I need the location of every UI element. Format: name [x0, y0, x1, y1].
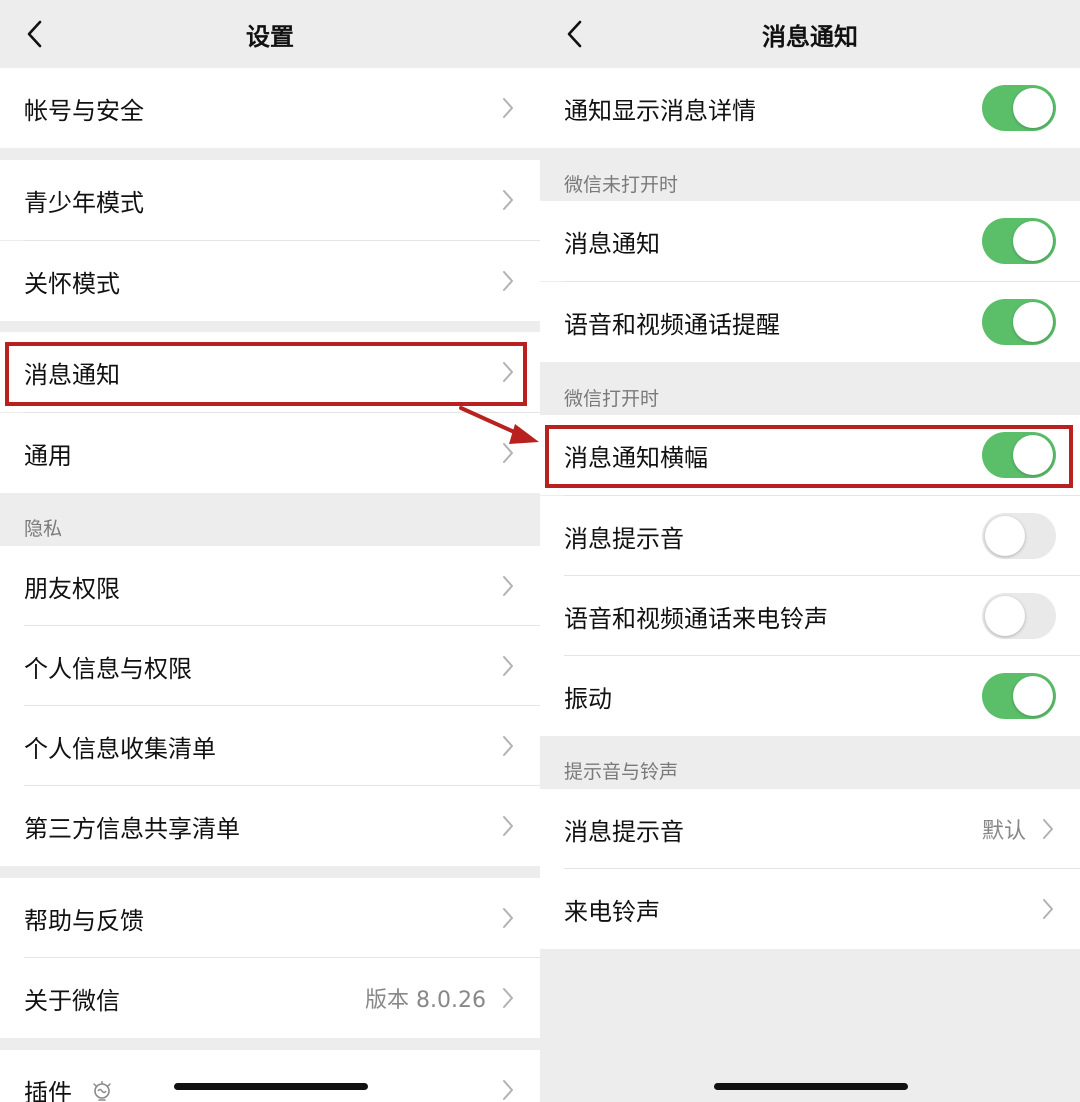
item-label: 青少年模式 — [24, 188, 144, 217]
notify-show-details-row: 通知显示消息详情 — [540, 68, 1080, 148]
chevron-right-icon — [500, 734, 516, 758]
settings-item-info-collection-list[interactable]: 个人信息收集清单 — [0, 706, 540, 786]
item-label: 消息提示音 — [564, 817, 684, 846]
chevron-right-icon — [500, 906, 516, 930]
highlight-box-notifications — [5, 342, 527, 406]
toggle-knob — [1013, 88, 1053, 128]
message-notification-toggle[interactable] — [982, 218, 1056, 264]
settings-screen: 设置 帐号与安全 青少年模式 关怀模式 消息通知 通用 隐私 朋友权限 个人信息… — [0, 0, 540, 1102]
settings-item-plugins[interactable]: 插件 — [0, 1050, 540, 1102]
red-arrow-icon — [459, 406, 539, 444]
lightbulb-icon — [92, 1080, 112, 1102]
item-label: 消息提示音 — [564, 524, 684, 553]
message-sound-select-row[interactable]: 消息提示音 默认 — [540, 789, 1080, 869]
item-label: 第三方信息共享清单 — [24, 814, 240, 843]
notify-sound-row: 消息提示音 — [540, 496, 1080, 576]
plugins-label: 插件 — [24, 1078, 72, 1102]
item-label: 语音和视频通话来电铃声 — [564, 604, 828, 633]
toggle-knob — [985, 516, 1025, 556]
section-label-sounds: 提示音与铃声 — [564, 761, 679, 783]
toggle-knob — [1013, 302, 1053, 342]
item-label: 语音和视频通话提醒 — [564, 310, 780, 339]
chevron-right-icon — [1040, 897, 1056, 921]
item-label: 通知显示消息详情 — [564, 96, 756, 125]
item-label: 个人信息与权限 — [24, 654, 192, 683]
home-indicator — [714, 1083, 908, 1090]
vibration-toggle[interactable] — [982, 673, 1056, 719]
toggle-knob — [985, 596, 1025, 636]
nav-bar: 消息通知 — [540, 0, 1080, 68]
item-label: 帮助与反馈 — [24, 906, 144, 935]
notify-call-ringtone-row: 语音和视频通话来电铃声 — [540, 576, 1080, 656]
toggle-knob — [1013, 221, 1053, 261]
chevron-right-icon — [1040, 817, 1056, 841]
chevron-right-icon — [500, 269, 516, 293]
message-sound-toggle[interactable] — [982, 513, 1056, 559]
section-label-app-closed: 微信未打开时 — [564, 174, 679, 196]
chevron-right-icon — [500, 654, 516, 678]
chevron-left-icon — [27, 20, 42, 48]
toggle-knob — [1013, 676, 1053, 716]
chevron-right-icon — [500, 814, 516, 838]
settings-item-third-party-sharing-list[interactable]: 第三方信息共享清单 — [0, 786, 540, 866]
item-label: 朋友权限 — [24, 574, 120, 603]
ringtone-select-row[interactable]: 来电铃声 — [540, 869, 1080, 949]
home-indicator — [174, 1083, 368, 1090]
item-label: 消息通知 — [564, 229, 660, 258]
item-label: 关于微信 — [24, 986, 120, 1015]
settings-item-about-wechat[interactable]: 关于微信 版本 8.0.26 — [0, 958, 540, 1038]
chevron-right-icon — [500, 96, 516, 120]
section-label-privacy: 隐私 — [24, 518, 63, 540]
back-button[interactable] — [554, 14, 594, 54]
call-reminder-toggle[interactable] — [982, 299, 1056, 345]
call-ringtone-toggle[interactable] — [982, 593, 1056, 639]
notification-settings-screen: 消息通知 通知显示消息详情 微信未打开时 消息通知 语音和视频通话提醒 微信打开… — [540, 0, 1080, 1102]
chevron-right-icon — [500, 1078, 516, 1102]
notify-call-reminder-row: 语音和视频通话提醒 — [540, 282, 1080, 362]
settings-item-help-feedback[interactable]: 帮助与反馈 — [0, 878, 540, 958]
version-value: 版本 8.0.26 — [365, 988, 486, 1013]
show-details-toggle[interactable] — [982, 85, 1056, 131]
page-title: 消息通知 — [762, 22, 858, 51]
settings-item-friend-permissions[interactable]: 朋友权限 — [0, 546, 540, 626]
item-label: 关怀模式 — [24, 269, 120, 298]
notify-message-row: 消息通知 — [540, 201, 1080, 281]
page-title: 设置 — [246, 22, 294, 51]
item-label: 通用 — [24, 441, 72, 470]
chevron-right-icon — [500, 986, 516, 1010]
settings-item-care-mode[interactable]: 关怀模式 — [0, 241, 540, 321]
sound-value: 默认 — [981, 819, 1026, 844]
chevron-right-icon — [500, 574, 516, 598]
settings-item-personal-info-permissions[interactable]: 个人信息与权限 — [0, 626, 540, 706]
highlight-box-banner — [545, 425, 1073, 488]
chevron-right-icon — [500, 188, 516, 212]
notify-vibration-row: 振动 — [540, 656, 1080, 736]
item-label: 振动 — [564, 684, 612, 713]
settings-item-account-security[interactable]: 帐号与安全 — [0, 68, 540, 148]
back-button[interactable] — [14, 14, 54, 54]
section-label-app-open: 微信打开时 — [564, 388, 660, 410]
chevron-left-icon — [567, 20, 582, 48]
item-label: 来电铃声 — [564, 897, 660, 926]
item-label: 帐号与安全 — [24, 96, 144, 125]
nav-bar: 设置 — [0, 0, 540, 68]
item-label: 个人信息收集清单 — [24, 734, 216, 763]
settings-item-teen-mode[interactable]: 青少年模式 — [0, 160, 540, 240]
